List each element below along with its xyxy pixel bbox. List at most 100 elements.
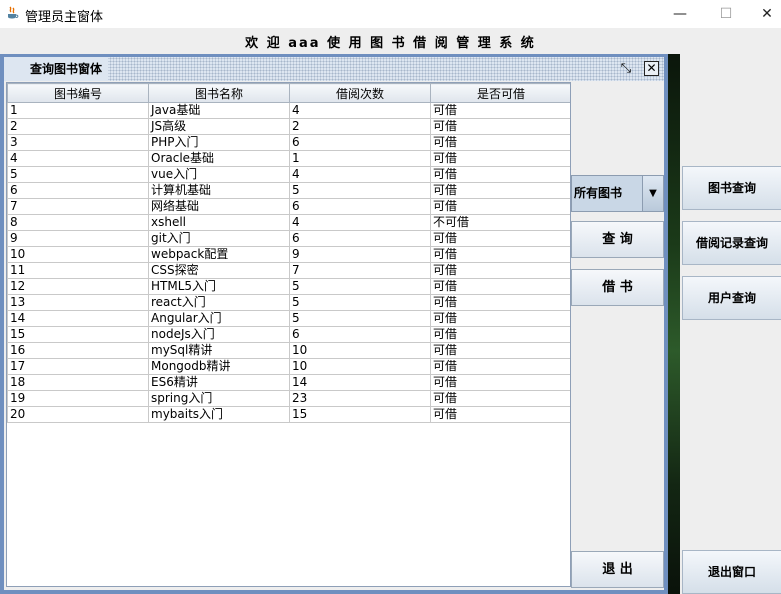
book-id-cell[interactable]: 6 [7,182,149,199]
borrow-count-cell[interactable]: 6 [289,134,431,151]
borrow-count-cell[interactable]: 1 [289,150,431,167]
table-row[interactable]: 2 JS高级 2 可借 [7,118,570,135]
books-table-scrollpane[interactable]: 图书编号 图书名称 借阅次数 是否可借 1 Java基础 4 可借 2 JS高级 2 可借 3 P… [6,82,571,587]
book-name-cell[interactable]: CSS探密 [148,262,290,279]
available-cell[interactable]: 可借 [430,134,570,151]
available-cell[interactable]: 可借 [430,342,570,359]
minimize-button[interactable]: — [668,4,692,24]
table-row[interactable]: 12 HTML5入门 5 可借 [7,278,570,295]
book-name-cell[interactable]: 计算机基础 [148,182,290,199]
borrow-count-cell[interactable]: 9 [289,246,431,263]
book-name-cell[interactable]: git入门 [148,230,290,247]
table-row[interactable]: 15 nodeJs入门 6 可借 [7,326,570,343]
table-row[interactable]: 8 xshell 4 不可借 [7,214,570,231]
book-id-cell[interactable]: 12 [7,278,149,295]
available-cell[interactable]: 可借 [430,166,570,183]
book-name-cell[interactable]: Java基础 [148,102,290,119]
books-table[interactable]: 图书编号 图书名称 借阅次数 是否可借 1 Java基础 4 可借 2 JS高级 2 可借 3 P… [7,83,570,423]
column-header-available[interactable]: 是否可借 [430,83,570,103]
borrow-count-cell[interactable]: 23 [289,390,431,407]
book-name-cell[interactable]: ES6精讲 [148,374,290,391]
book-id-cell[interactable]: 19 [7,390,149,407]
column-header-book-name[interactable]: 图书名称 [148,83,290,103]
available-cell[interactable]: 不可借 [430,214,570,231]
borrow-count-cell[interactable]: 6 [289,326,431,343]
borrow-count-cell[interactable]: 5 [289,294,431,311]
borrow-count-cell[interactable]: 10 [289,342,431,359]
book-name-cell[interactable]: PHP入门 [148,134,290,151]
book-name-cell[interactable]: Mongodb精讲 [148,358,290,375]
table-row[interactable]: 17 Mongodb精讲 10 可借 [7,358,570,375]
available-cell[interactable]: 可借 [430,294,570,311]
book-name-cell[interactable]: mySql精讲 [148,342,290,359]
user-query-button[interactable]: 用户查询 [682,276,781,320]
book-name-cell[interactable]: Angular入门 [148,310,290,327]
book-id-cell[interactable]: 20 [7,406,149,423]
table-row[interactable]: 10 webpack配置 9 可借 [7,246,570,263]
book-name-cell[interactable]: mybaits入门 [148,406,290,423]
table-row[interactable]: 7 网络基础 6 可借 [7,198,570,215]
book-name-cell[interactable]: nodeJs入门 [148,326,290,343]
available-cell[interactable]: 可借 [430,182,570,199]
table-row[interactable]: 20 mybaits入门 15 可借 [7,406,570,423]
book-id-cell[interactable]: 8 [7,214,149,231]
book-id-cell[interactable]: 3 [7,134,149,151]
book-id-cell[interactable]: 7 [7,198,149,215]
available-cell[interactable]: 可借 [430,246,570,263]
available-cell[interactable]: 可借 [430,326,570,343]
book-id-cell[interactable]: 9 [7,230,149,247]
table-row[interactable]: 19 spring入门 23 可借 [7,390,570,407]
borrow-count-cell[interactable]: 10 [289,358,431,375]
book-id-cell[interactable]: 10 [7,246,149,263]
available-cell[interactable]: 可借 [430,102,570,119]
close-button[interactable]: ✕ [755,4,779,24]
column-header-borrow-count[interactable]: 借阅次数 [289,83,431,103]
column-header-book-id[interactable]: 图书编号 [7,83,149,103]
book-name-cell[interactable]: xshell [148,214,290,231]
borrow-count-cell[interactable]: 4 [289,102,431,119]
borrow-count-cell[interactable]: 6 [289,198,431,215]
exit-window-button[interactable]: 退出窗口 [682,550,781,594]
table-row[interactable]: 3 PHP入门 6 可借 [7,134,570,151]
borrow-count-cell[interactable]: 6 [289,230,431,247]
exit-button[interactable]: 退 出 [571,551,664,588]
book-filter-select[interactable]: 所有图书 ▼ [571,175,664,212]
book-query-button[interactable]: 图书查询 [682,166,781,210]
book-name-cell[interactable]: react入门 [148,294,290,311]
query-button[interactable]: 查 询 [571,221,664,258]
available-cell[interactable]: 可借 [430,374,570,391]
table-row[interactable]: 9 git入门 6 可借 [7,230,570,247]
table-row[interactable]: 6 计算机基础 5 可借 [7,182,570,199]
restore-icon[interactable]: ⤡ [618,61,634,77]
available-cell[interactable]: 可借 [430,278,570,295]
book-id-cell[interactable]: 5 [7,166,149,183]
borrow-count-cell[interactable]: 15 [289,406,431,423]
table-row[interactable]: 5 vue入门 4 可借 [7,166,570,183]
book-id-cell[interactable]: 18 [7,374,149,391]
borrow-count-cell[interactable]: 5 [289,278,431,295]
book-id-cell[interactable]: 17 [7,358,149,375]
book-id-cell[interactable]: 1 [7,102,149,119]
table-row[interactable]: 18 ES6精讲 14 可借 [7,374,570,391]
table-row[interactable]: 11 CSS探密 7 可借 [7,262,570,279]
borrow-count-cell[interactable]: 5 [289,310,431,327]
book-id-cell[interactable]: 2 [7,118,149,135]
available-cell[interactable]: 可借 [430,118,570,135]
borrow-count-cell[interactable]: 14 [289,374,431,391]
book-name-cell[interactable]: webpack配置 [148,246,290,263]
frame-close-icon[interactable]: ✕ [644,61,659,76]
book-name-cell[interactable]: 网络基础 [148,198,290,215]
available-cell[interactable]: 可借 [430,390,570,407]
table-row[interactable]: 13 react入门 5 可借 [7,294,570,311]
available-cell[interactable]: 可借 [430,262,570,279]
available-cell[interactable]: 可借 [430,406,570,423]
internal-frame-titlebar[interactable]: 查询图书窗体 ⤡ ✕ [4,57,664,81]
book-name-cell[interactable]: vue入门 [148,166,290,183]
book-name-cell[interactable]: JS高级 [148,118,290,135]
borrow-records-query-button[interactable]: 借阅记录查询 [682,221,781,265]
available-cell[interactable]: 可借 [430,358,570,375]
borrow-count-cell[interactable]: 4 [289,214,431,231]
table-row[interactable]: 1 Java基础 4 可借 [7,102,570,119]
book-id-cell[interactable]: 14 [7,310,149,327]
dropdown-arrow-icon[interactable]: ▼ [642,176,663,211]
